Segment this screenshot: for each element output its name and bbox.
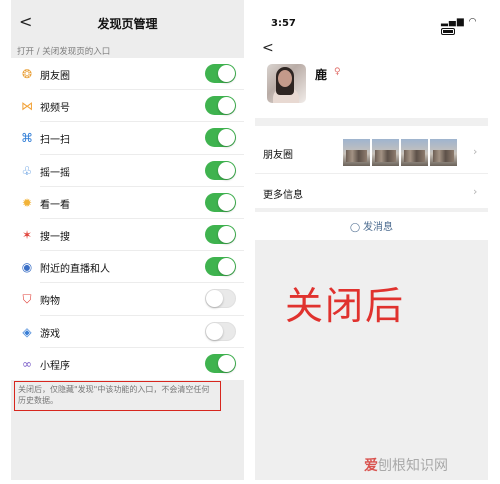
list-item[interactable]: ✹ 看一看 <box>11 187 244 219</box>
chevron-right-icon: › <box>473 185 478 198</box>
section-label: 打开 / 关闭发现页的入口 <box>17 47 111 57</box>
list-item[interactable]: ♧ 摇一摇 <box>11 155 244 187</box>
channels-icon: ⋈ <box>21 99 33 114</box>
send-message-button[interactable]: ◯ 发消息 <box>255 218 488 233</box>
list-item[interactable]: ⌘ 扫一扫 <box>11 122 244 155</box>
list-item-label: 游戏 <box>40 328 60 340</box>
divider <box>255 208 488 212</box>
shake-icon: ♧ <box>21 163 33 178</box>
search-icon: ✶ <box>21 228 33 242</box>
list-item-label: 看一看 <box>40 199 70 211</box>
list-item-label: 附近的直播和人 <box>40 264 110 276</box>
toggle-switch[interactable] <box>205 96 236 116</box>
annotation-area: 关闭后 <box>255 240 488 480</box>
toggle-knob <box>218 161 235 179</box>
contact-profile-screen: 3:57 ▂▄▆ ◠ < 鹿 ♀ 朋友圈 › 更多信息 › ◯ 发消息 关闭后 <box>255 0 488 480</box>
profile-name: 鹿 <box>315 68 328 82</box>
status-icons: ▂▄▆ ◠ <box>441 17 488 37</box>
list-item-label: 摇一摇 <box>40 167 70 179</box>
mini-programs-icon: ∞ <box>22 356 32 371</box>
avatar[interactable] <box>267 64 306 103</box>
toggle-switch[interactable] <box>205 321 236 341</box>
wifi-icon: ◠ <box>468 17 478 27</box>
back-button[interactable]: < <box>262 40 274 56</box>
moments-label: 朋友圈 <box>263 150 293 161</box>
toggle-knob <box>206 322 223 340</box>
list-item[interactable]: ∞ 小程序 <box>11 348 244 380</box>
toggle-switch[interactable] <box>205 289 236 309</box>
list-item[interactable]: ❂ 朋友圈 <box>11 58 244 91</box>
signal-icon: ▂▄▆ <box>441 17 465 27</box>
message-bubble-icon: ◯ <box>349 223 361 233</box>
send-message-label: 发消息 <box>363 222 394 233</box>
moments-photo <box>401 139 428 166</box>
more-info-label: 更多信息 <box>263 190 303 201</box>
female-icon: ♀ <box>334 67 341 77</box>
more-info-row[interactable]: 更多信息 › <box>255 173 488 209</box>
list-item[interactable]: ✶ 搜一搜 <box>11 219 244 252</box>
shopping-icon: ⛉ <box>22 292 32 307</box>
watermark: 爱刨根知识网 <box>364 455 448 475</box>
list-item[interactable]: ◈ 游戏 <box>11 316 244 348</box>
toggle-knob <box>218 129 235 147</box>
toggle-switch[interactable] <box>205 353 236 373</box>
nav-bar: < 发现页管理 <box>11 0 244 44</box>
toggle-switch[interactable] <box>205 160 236 180</box>
toggle-knob <box>218 354 235 372</box>
watermark-text: 刨根知识网 <box>378 458 448 474</box>
discover-management-screen: < 发现页管理 打开 / 关闭发现页的入口 ❂ 朋友圈 ⋈ 视频号 ⌘ 扫一扫 ♧ 摇一摇 ✹ 看… <box>11 0 244 480</box>
toggle-knob <box>218 193 235 211</box>
toggle-switch[interactable] <box>205 225 236 244</box>
toggle-switch[interactable] <box>205 192 236 212</box>
discover-entry-list: ❂ 朋友圈 ⋈ 视频号 ⌘ 扫一扫 ♧ 摇一摇 ✹ 看一看 ✶ 搜一搜 ◉ 附近的直播和人 ⛉ 购物 ◈ 游戏 ∞ 小… <box>11 58 244 380</box>
moments-photo <box>372 139 399 166</box>
toggle-knob <box>218 97 235 115</box>
status-time: 3:57 <box>271 18 296 29</box>
list-item-label: 小程序 <box>40 360 70 372</box>
page-title: 发现页管理 <box>97 17 158 31</box>
list-item[interactable]: ⋈ 视频号 <box>11 90 244 123</box>
moments-icon: ❂ <box>21 67 33 81</box>
moments-photo <box>343 139 370 166</box>
toggle-knob <box>206 290 223 308</box>
list-item-label: 搜一搜 <box>40 232 70 243</box>
list-item[interactable]: ◉ 附近的直播和人 <box>11 251 244 284</box>
battery-icon <box>441 28 455 35</box>
moments-photo <box>430 139 457 166</box>
nearby-icon: ◉ <box>21 260 33 275</box>
toggle-knob <box>218 258 235 276</box>
list-item[interactable]: ⛉ 购物 <box>11 283 244 316</box>
watermark-logo: 爱 <box>364 458 378 474</box>
toggle-switch[interactable] <box>205 128 236 148</box>
toggle-switch[interactable] <box>205 64 236 83</box>
top-stories-icon: ✹ <box>21 195 33 210</box>
chevron-right-icon: › <box>473 145 478 158</box>
games-icon: ◈ <box>22 324 32 339</box>
toggle-switch[interactable] <box>205 257 236 277</box>
list-item-label: 视频号 <box>40 103 70 115</box>
closed-annotation: 关闭后 <box>285 284 406 328</box>
toggle-knob <box>218 65 235 82</box>
list-item-label: 购物 <box>40 296 60 308</box>
divider <box>255 118 488 126</box>
toggle-knob <box>218 226 235 243</box>
list-item-label: 扫一扫 <box>40 135 70 147</box>
list-item-label: 朋友圈 <box>40 71 70 82</box>
scan-icon: ⌘ <box>21 131 33 146</box>
info-note: 关闭后，仅隐藏"发现"中该功能的入口，不会清空任何历史数据。 <box>14 381 221 411</box>
